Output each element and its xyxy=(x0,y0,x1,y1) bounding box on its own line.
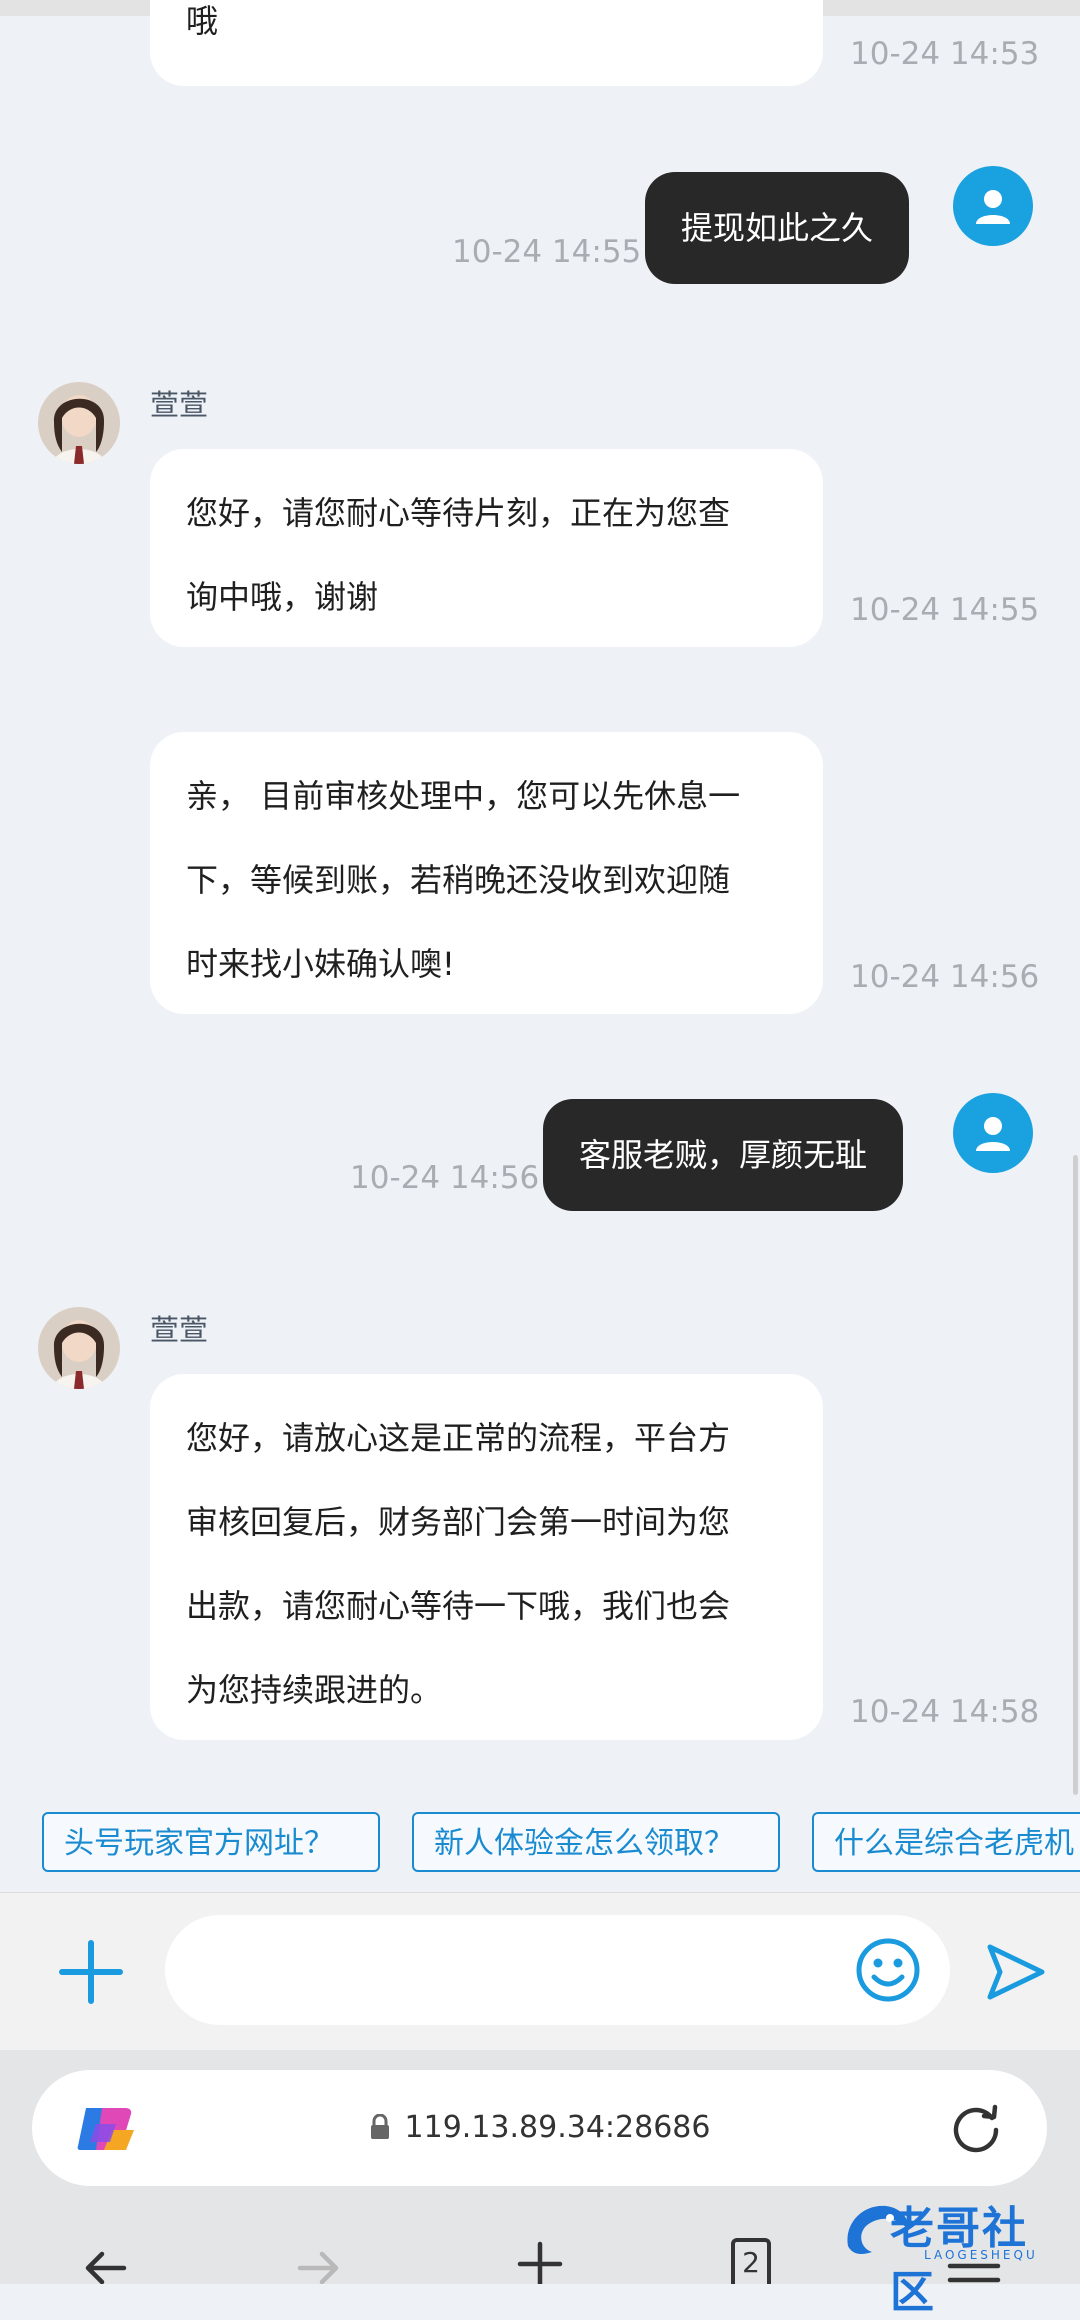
message-text: 您好，请您耐心等待片刻，正在为您查 xyxy=(186,494,731,532)
message-text: 审核回复后，财务部门会第一时间为您 xyxy=(186,1503,731,1541)
message-text: 下，等候到账，若稍晚还没收到欢迎随 xyxy=(186,861,731,899)
message-time: 10-24 14:53 xyxy=(850,36,1040,72)
lock-icon xyxy=(370,2113,389,2139)
tabs-button[interactable]: 2 xyxy=(731,2238,771,2284)
plus-icon xyxy=(517,2241,563,2287)
message-text: 询中哦，谢谢 xyxy=(186,578,379,616)
input-bar xyxy=(0,1892,1080,2051)
user-avatar[interactable] xyxy=(953,166,1033,246)
url-text: 119.13.89.34:28686 xyxy=(404,2110,711,2145)
agent-avatar[interactable] xyxy=(38,382,120,464)
message-time: 10-24 14:56 xyxy=(850,959,1040,995)
reload-button[interactable] xyxy=(948,2100,1004,2156)
sender-name: 萱萱 xyxy=(150,388,209,422)
outgoing-message: 提现如此之久 xyxy=(645,172,910,284)
emoji-icon xyxy=(856,1938,920,2002)
forward-arrow-icon xyxy=(297,2251,339,2285)
quick-question-chip[interactable]: 头号玩家官方网址？ xyxy=(42,1812,380,1872)
message-text: 为您持续跟进的。 xyxy=(186,1671,443,1709)
quick-question-chip[interactable]: 什么是综合老虎机 xyxy=(812,1812,1080,1872)
quick-questions: 头号玩家官方网址？ 新人体验金怎么领取？ 什么是综合老虎机 xyxy=(0,1812,1080,1876)
new-tab-button[interactable] xyxy=(516,2240,564,2288)
incoming-message: 您好，请您耐心等待片刻，正在为您查 询中哦，谢谢 xyxy=(150,449,823,647)
scrollbar[interactable] xyxy=(1073,1155,1078,1795)
agent-avatar[interactable] xyxy=(38,1307,120,1389)
message-text: 哦 xyxy=(186,2,219,40)
sender-name: 萱萱 xyxy=(150,1313,209,1347)
incoming-message: 哦 xyxy=(150,0,823,86)
tab-count: 2 xyxy=(742,2246,760,2279)
quick-question-chip[interactable]: 新人体验金怎么领取？ xyxy=(412,1812,780,1872)
add-button[interactable] xyxy=(56,1937,126,2007)
message-time: 10-24 14:58 xyxy=(850,1694,1040,1730)
plus-icon xyxy=(59,1940,123,2004)
address-bar[interactable]: 119.13.89.34:28686 xyxy=(32,2070,1047,2186)
message-text: 提现如此之久 xyxy=(681,209,874,247)
send-button[interactable] xyxy=(980,1937,1050,2007)
incoming-message: 您好，请放心这是正常的流程，平台方 审核回复后，财务部门会第一时间为您 出款，请… xyxy=(150,1374,823,1740)
message-text: 客服老贼，厚颜无耻 xyxy=(579,1136,868,1174)
message-time: 10-24 14:56 xyxy=(350,1160,540,1196)
message-input[interactable] xyxy=(165,1915,950,2025)
message-time: 10-24 14:55 xyxy=(452,234,642,270)
forward-button[interactable] xyxy=(296,2246,342,2288)
incoming-message: 亲， 目前审核处理中，您可以先休息一 下，等候到账，若稍晚还没收到欢迎随 时来找… xyxy=(150,732,823,1014)
chat-area[interactable]: 哦 10-24 14:53 10-24 14:55 提现如此之久 萱萱 您好，请… xyxy=(0,0,1080,1796)
message-text: 您好，请放心这是正常的流程，平台方 xyxy=(186,1419,731,1457)
user-icon xyxy=(976,1117,1010,1151)
message-text: 出款，请您耐心等待一下哦，我们也会 xyxy=(186,1587,731,1625)
user-icon xyxy=(976,190,1010,224)
message-text: 亲， 目前审核处理中，您可以先休息一 xyxy=(186,777,741,815)
watermark-subtext: LAOGESHEQU xyxy=(924,2248,1038,2262)
emoji-button[interactable] xyxy=(855,1937,921,2003)
send-icon xyxy=(987,1944,1045,2000)
watermark-logo: 老哥社区 LAOGESHEQU xyxy=(838,2190,1070,2318)
reload-icon xyxy=(953,2104,999,2153)
browser-bottom-bar: 119.13.89.34:28686 2 老哥社区 LAOGESHEQU xyxy=(0,2050,1080,2318)
back-arrow-icon xyxy=(85,2251,127,2285)
outgoing-message: 客服老贼，厚颜无耻 xyxy=(543,1099,904,1211)
message-time: 10-24 14:55 xyxy=(850,592,1040,628)
back-button[interactable] xyxy=(82,2246,128,2288)
user-avatar[interactable] xyxy=(953,1093,1033,1173)
message-text: 时来找小妹确认噢! xyxy=(186,945,455,983)
